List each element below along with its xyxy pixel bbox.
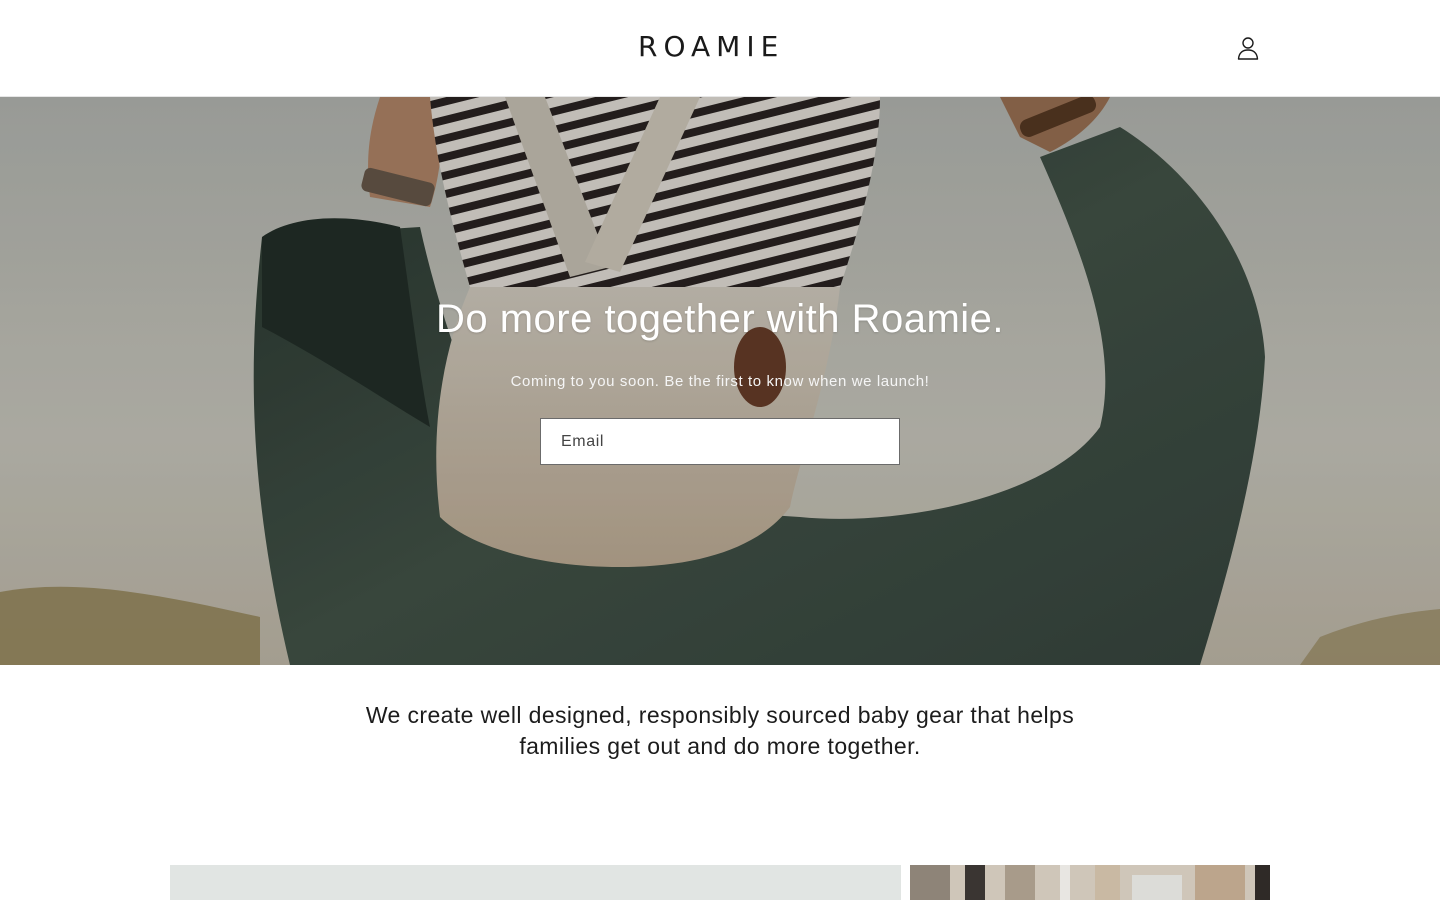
user-account-icon[interactable]: [1234, 34, 1262, 62]
logo-text: ROAMIE: [638, 30, 785, 63]
feature-image-right: [910, 865, 1270, 900]
hero-title: Do more together with Roamie.: [435, 297, 1005, 341]
feature-image-left-art: [170, 865, 901, 900]
mission-statement: We create well designed, responsibly sou…: [0, 700, 1440, 762]
feature-image-left: [170, 865, 901, 900]
city-buildings-image: [910, 865, 1270, 900]
site-header: ROAMIE: [0, 0, 1440, 97]
mission-line-1: We create well designed, responsibly sou…: [365, 702, 1075, 728]
hero-subtitle: Coming to you soon. Be the first to know…: [510, 373, 930, 390]
email-field[interactable]: [540, 418, 900, 465]
person-icon: [1237, 37, 1259, 60]
hero-banner: Do more together with Roamie. Coming to …: [0, 97, 1440, 665]
roamie-logo[interactable]: ROAMIE: [638, 30, 802, 64]
mission-line-2: families get out and do more together.: [519, 733, 921, 759]
